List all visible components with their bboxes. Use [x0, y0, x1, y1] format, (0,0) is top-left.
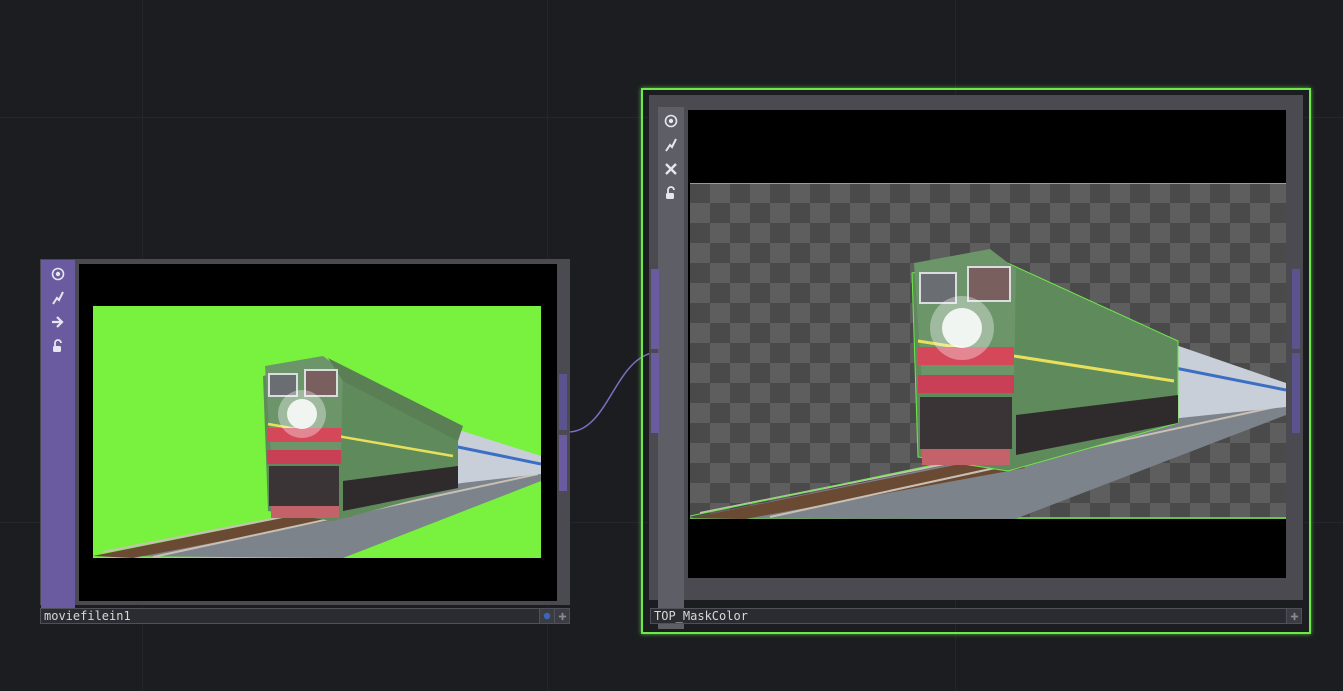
lock-icon[interactable] — [49, 336, 67, 356]
node-label-bar[interactable]: moviefilein1 — [40, 608, 570, 624]
add-icon[interactable] — [1286, 609, 1301, 623]
viewer-dot-icon[interactable] — [539, 609, 554, 623]
viewer-active-icon[interactable] — [49, 264, 67, 284]
node-name[interactable]: moviefilein1 — [41, 609, 539, 623]
node-top-maskcolor[interactable]: TOP_MaskColor — [641, 88, 1311, 634]
node-name[interactable]: TOP_MaskColor — [651, 609, 1286, 623]
close-icon[interactable] — [662, 159, 680, 179]
node-moviefilein1[interactable]: moviefilein1 — [40, 259, 570, 626]
node-label-bar[interactable]: TOP_MaskColor — [650, 608, 1302, 624]
node-viewer[interactable] — [79, 264, 557, 601]
lock-icon[interactable] — [662, 183, 680, 203]
viewer-active-icon[interactable] — [662, 111, 680, 131]
flag-strip — [658, 107, 684, 629]
output-connector[interactable] — [1292, 269, 1300, 349]
flag-strip — [41, 260, 75, 608]
output-connector[interactable] — [559, 374, 567, 430]
bypass-icon[interactable] — [662, 135, 680, 155]
display-icon[interactable] — [49, 312, 67, 332]
output-connector[interactable] — [559, 435, 567, 491]
train-image — [93, 356, 541, 558]
input-connector[interactable] — [651, 353, 659, 433]
input-connector[interactable] — [651, 269, 659, 349]
output-connector[interactable] — [1292, 353, 1300, 433]
add-icon[interactable] — [554, 609, 569, 623]
bypass-icon[interactable] — [49, 288, 67, 308]
masked-train-image — [690, 183, 1286, 519]
node-viewer[interactable] — [688, 110, 1286, 578]
